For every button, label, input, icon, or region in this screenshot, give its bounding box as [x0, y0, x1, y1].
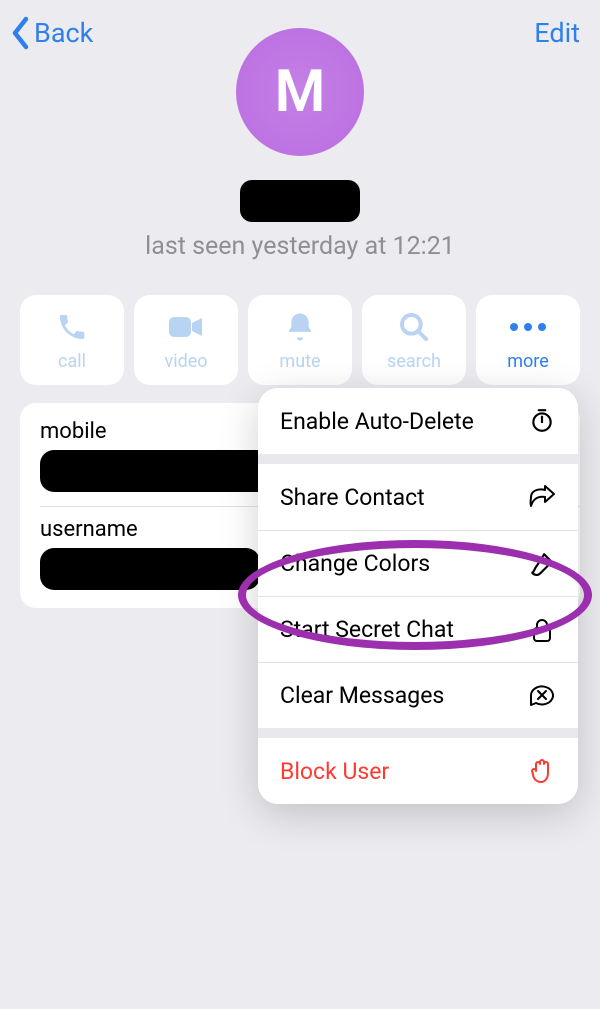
- mute-label: mute: [279, 351, 320, 372]
- menu-label: Block User: [280, 758, 389, 785]
- menu-share-contact[interactable]: Share Contact: [258, 464, 578, 530]
- mute-button[interactable]: mute: [248, 295, 352, 385]
- back-button[interactable]: Back: [10, 16, 93, 50]
- menu-block-user[interactable]: Block User: [258, 738, 578, 804]
- menu-label: Share Contact: [280, 484, 425, 511]
- search-icon: [398, 309, 430, 345]
- more-label: more: [507, 351, 549, 372]
- search-label: search: [387, 351, 441, 372]
- menu-separator: [258, 728, 578, 738]
- chevron-left-icon: [10, 16, 32, 50]
- contact-name-redacted: [240, 180, 360, 222]
- menu-label: Enable Auto-Delete: [280, 408, 474, 435]
- avatar[interactable]: M: [236, 28, 364, 156]
- menu-clear-messages[interactable]: Clear Messages: [258, 662, 578, 728]
- phone-icon: [56, 309, 88, 345]
- bell-icon: [285, 309, 315, 345]
- profile-header: M last seen yesterday at 12:21: [0, 28, 600, 261]
- lock-icon: [528, 616, 556, 644]
- menu-label: Change Colors: [280, 550, 430, 577]
- timer-icon: [528, 407, 556, 435]
- menu-start-secret-chat[interactable]: Start Secret Chat: [258, 596, 578, 662]
- menu-separator: [258, 454, 578, 464]
- call-label: call: [58, 351, 86, 372]
- menu-enable-auto-delete[interactable]: Enable Auto-Delete: [258, 388, 578, 454]
- hand-icon: [528, 757, 556, 785]
- search-button[interactable]: search: [362, 295, 466, 385]
- last-seen-status: last seen yesterday at 12:21: [145, 232, 455, 261]
- edit-button[interactable]: Edit: [534, 17, 580, 49]
- username-value-redacted: [40, 548, 260, 590]
- menu-label: Clear Messages: [280, 682, 444, 709]
- share-icon: [528, 483, 556, 511]
- clear-icon: [528, 682, 556, 710]
- back-label: Back: [34, 17, 93, 49]
- more-button[interactable]: more: [476, 295, 580, 385]
- video-label: video: [164, 351, 207, 372]
- more-icon: [510, 309, 546, 345]
- video-icon: [168, 309, 204, 345]
- menu-label: Start Secret Chat: [280, 616, 454, 643]
- video-button[interactable]: video: [134, 295, 238, 385]
- actions-row: call video mute search more: [0, 295, 600, 385]
- menu-change-colors[interactable]: Change Colors: [258, 530, 578, 596]
- more-menu-popover: Enable Auto-Delete Share Contact Change …: [258, 388, 578, 804]
- brush-icon: [528, 550, 556, 578]
- call-button[interactable]: call: [20, 295, 124, 385]
